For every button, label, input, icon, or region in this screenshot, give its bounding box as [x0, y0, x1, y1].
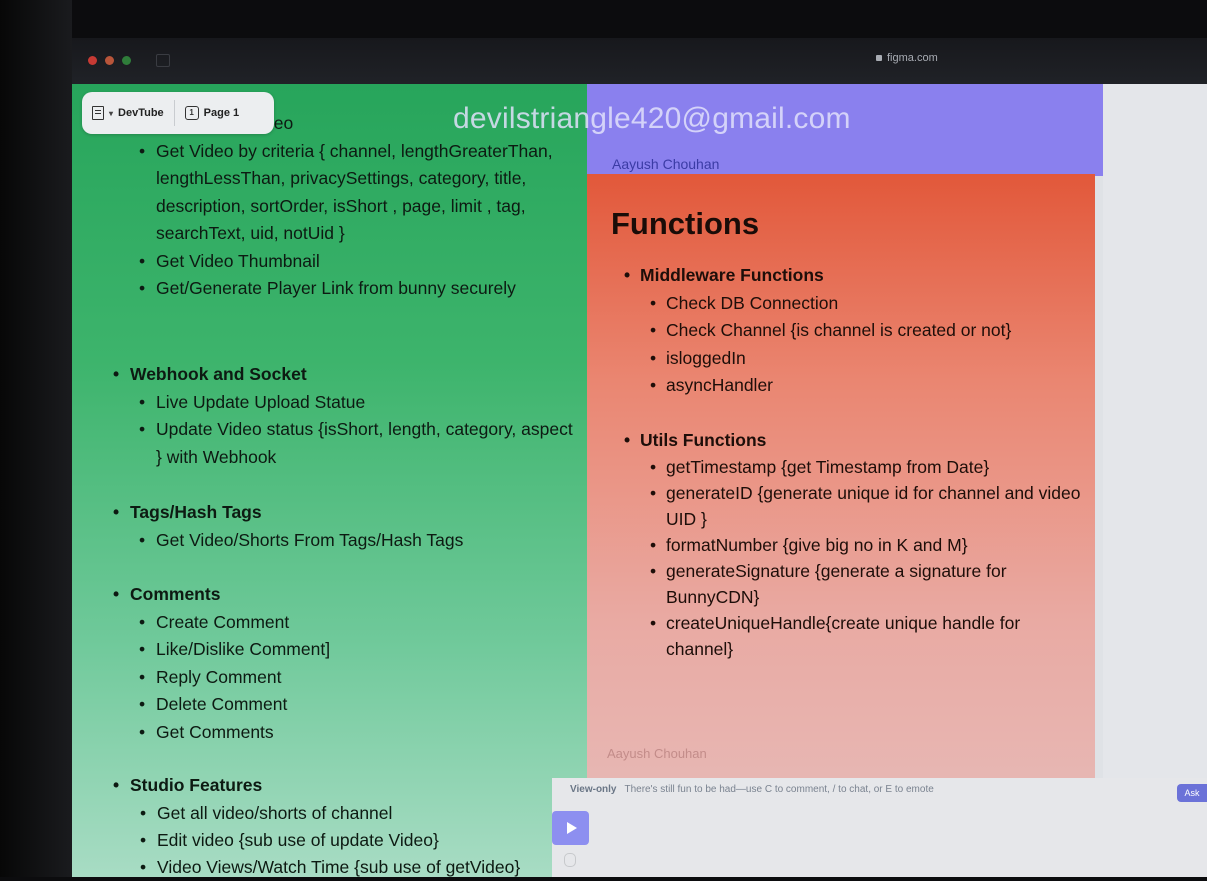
- url-text: figma.com: [887, 52, 938, 64]
- list-item: Get/Generate Player Link from bunny secu…: [139, 275, 572, 303]
- list-item: isloggedIn: [650, 345, 1090, 373]
- address-bar[interactable]: figma.com: [876, 52, 938, 64]
- list-item: Check Channel {is channel is created or …: [650, 317, 1090, 345]
- section-title: Tags/Hash Tags: [113, 499, 574, 527]
- section-title: Studio Features: [113, 772, 574, 800]
- section-title: Webhook and Socket: [113, 361, 574, 389]
- tags-section: Tags/Hash Tags Get Video/Shorts From Tag…: [104, 499, 574, 554]
- list-item: getTimestamp {get Timestamp from Date}: [650, 454, 1086, 480]
- list-item: createUniqueHandle{create unique handle …: [650, 610, 1086, 662]
- functions-notes: Middleware Functions Check DB Connection…: [620, 262, 1090, 662]
- view-only-hint: View-only There's still fun to be had—us…: [570, 784, 934, 795]
- list-item: Get Comments: [139, 719, 574, 747]
- page-label: Page 1: [203, 107, 240, 119]
- section-title: Utils Functions: [624, 427, 1090, 455]
- list-item: Create Comment: [139, 609, 574, 637]
- monitor-bezel: [0, 0, 72, 877]
- page-icon: 1: [184, 106, 199, 120]
- list-item: Delete Comment: [139, 691, 574, 719]
- page-selector-button[interactable]: 1 Page 1: [175, 92, 249, 134]
- present-button[interactable]: [552, 811, 589, 845]
- browser-chrome: figma.com: [72, 38, 1207, 84]
- list-item: Edit video {sub use of update Video}: [140, 827, 574, 854]
- list-item: Reply Comment: [139, 664, 574, 692]
- ask-button[interactable]: Ask: [1177, 784, 1207, 802]
- close-window-button[interactable]: [88, 56, 97, 65]
- canvas-background: [1103, 84, 1207, 877]
- webhook-section: Webhook and Socket Live Update Upload St…: [104, 361, 574, 471]
- list-item: Check DB Connection: [650, 290, 1090, 318]
- studio-section: Studio Features Get all video/shorts of …: [104, 772, 574, 881]
- list-item: Get Video/Shorts From Tags/Hash Tags: [139, 527, 574, 555]
- section-title: Middleware Functions: [624, 262, 1090, 290]
- figma-toolbar: ▾ DevTube 1 Page 1: [82, 92, 274, 134]
- author-label: Aayush Chouhan: [612, 156, 720, 172]
- file-name: DevTube: [118, 107, 164, 119]
- video-notes: deo Get Video by criteria { channel, len…: [132, 110, 572, 303]
- list-item: Update Video status {isShort, length, ca…: [139, 416, 574, 471]
- figma-canvas[interactable]: devilstriangle420@gmail.com Aayush Chouh…: [72, 84, 1207, 881]
- functions-title: Functions: [611, 206, 760, 241]
- list-item: generateID {generate unique id for chann…: [650, 480, 1086, 532]
- chevron-down-icon: ▾: [109, 108, 114, 118]
- section-title: Comments: [113, 581, 574, 609]
- file-icon: [92, 106, 104, 120]
- list-item: Get all video/shorts of channel: [140, 800, 574, 827]
- list-item: Like/Dislike Comment]: [139, 636, 574, 664]
- list-item: asyncHandler: [650, 372, 1090, 400]
- author-faint-label: Aayush Chouhan: [607, 746, 707, 761]
- comments-section: Comments Create Comment Like/Dislike Com…: [104, 581, 574, 746]
- hand-icon[interactable]: [564, 853, 576, 867]
- list-item: formatNumber {give big no in K and M}: [650, 532, 1086, 558]
- view-only-label: View-only: [570, 784, 617, 795]
- window-controls: [88, 56, 131, 65]
- list-item: generateSignature {generate a signature …: [650, 558, 1086, 610]
- list-item: Live Update Upload Statue: [139, 389, 574, 417]
- lock-icon: [876, 55, 882, 61]
- file-menu-button[interactable]: ▾ DevTube: [82, 92, 174, 134]
- list-item: Get Video by criteria { channel, lengthG…: [139, 138, 572, 248]
- maximize-window-button[interactable]: [122, 56, 131, 65]
- sidebar-toggle-icon[interactable]: [156, 54, 170, 67]
- view-only-hint-text: There's still fun to be had—use C to com…: [624, 784, 934, 795]
- list-item: Get Video Thumbnail: [139, 248, 572, 276]
- list-item: Video Views/Watch Time {sub use of getVi…: [140, 854, 574, 881]
- view-only-bar: View-only There's still fun to be had—us…: [552, 778, 1207, 877]
- minimize-window-button[interactable]: [105, 56, 114, 65]
